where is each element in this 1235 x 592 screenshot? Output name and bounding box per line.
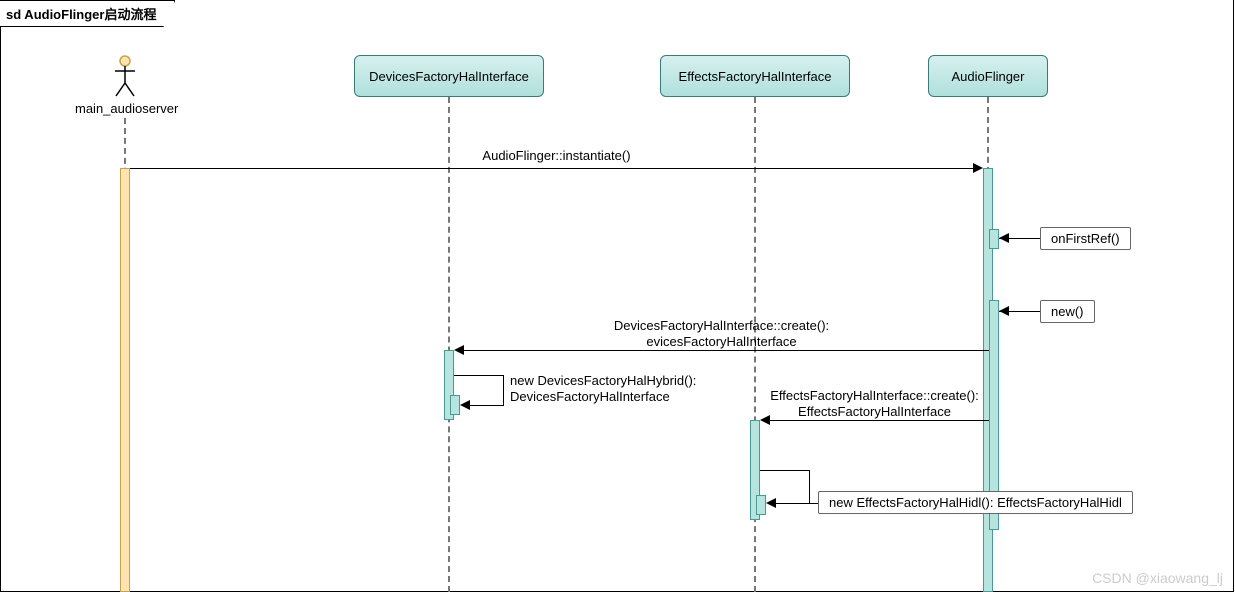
msg-instantiate-line	[130, 168, 973, 169]
note-onfirstref-head	[999, 233, 1009, 243]
msg-devices-hybrid-line1: new DevicesFactoryHalHybrid():	[510, 373, 696, 388]
msg-effects-create-arrow	[770, 420, 989, 421]
participant-devices-label: DevicesFactoryHalInterface	[369, 69, 529, 84]
msg-devices-create-line2: evicesFactoryHalInterface	[646, 334, 796, 349]
msg-devices-create-arrow	[464, 350, 989, 351]
note-new-head	[999, 306, 1009, 316]
participant-flinger-label: AudioFlinger	[952, 69, 1025, 84]
devices-self-top	[454, 375, 504, 376]
lifeline-devices	[448, 97, 450, 592]
participant-effects: EffectsFactoryHalInterface	[660, 55, 850, 97]
msg-effects-create-line2: EffectsFactoryHalInterface	[798, 404, 951, 419]
activation-devices-inner	[450, 395, 460, 415]
note-effects-hidl: new EffectsFactoryHalHidl(): EffectsFact…	[818, 491, 1133, 514]
effects-self-side	[809, 470, 810, 503]
msg-instantiate-label: AudioFlinger::instantiate()	[130, 148, 983, 164]
msg-devices-hybrid-line2: DevicesFactoryHalInterface	[510, 389, 670, 404]
effects-self-top	[760, 470, 810, 471]
effects-self-head	[766, 498, 776, 508]
msg-devices-create-label: DevicesFactoryHalInterface::create(): ev…	[454, 318, 989, 351]
stickman-icon	[114, 55, 136, 97]
msg-instantiate-head	[973, 163, 983, 173]
watermark: CSDN @xiaowang_lj	[1092, 570, 1223, 586]
actor-main-audioserver: main_audioserver	[75, 55, 175, 116]
note-onfirstref: onFirstRef()	[1040, 227, 1131, 250]
participant-devices: DevicesFactoryHalInterface	[354, 55, 544, 97]
diagram-title: sd AudioFlinger启动流程	[0, 0, 175, 27]
msg-effects-create-head	[760, 415, 770, 425]
actor-label: main_audioserver	[75, 101, 175, 116]
participant-effects-label: EffectsFactoryHalInterface	[679, 69, 832, 84]
activation-effects-inner	[756, 495, 766, 515]
msg-effects-create-label: EffectsFactoryHalInterface::create(): Ef…	[760, 388, 989, 421]
activation-actor	[120, 168, 130, 592]
msg-effects-create-line1: EffectsFactoryHalInterface::create():	[770, 388, 979, 403]
devices-self-bottom	[470, 405, 504, 406]
msg-devices-hybrid-label: new DevicesFactoryHalHybrid(): DevicesFa…	[510, 373, 696, 406]
devices-self-side	[503, 375, 504, 405]
note-new: new()	[1040, 300, 1095, 323]
msg-devices-create-line1: DevicesFactoryHalInterface::create():	[614, 318, 829, 333]
devices-self-head	[460, 400, 470, 410]
activation-flinger-onfirstref	[989, 229, 999, 249]
effects-self-bottom	[776, 503, 818, 504]
participant-flinger: AudioFlinger	[928, 55, 1048, 97]
msg-devices-create-head	[454, 345, 464, 355]
